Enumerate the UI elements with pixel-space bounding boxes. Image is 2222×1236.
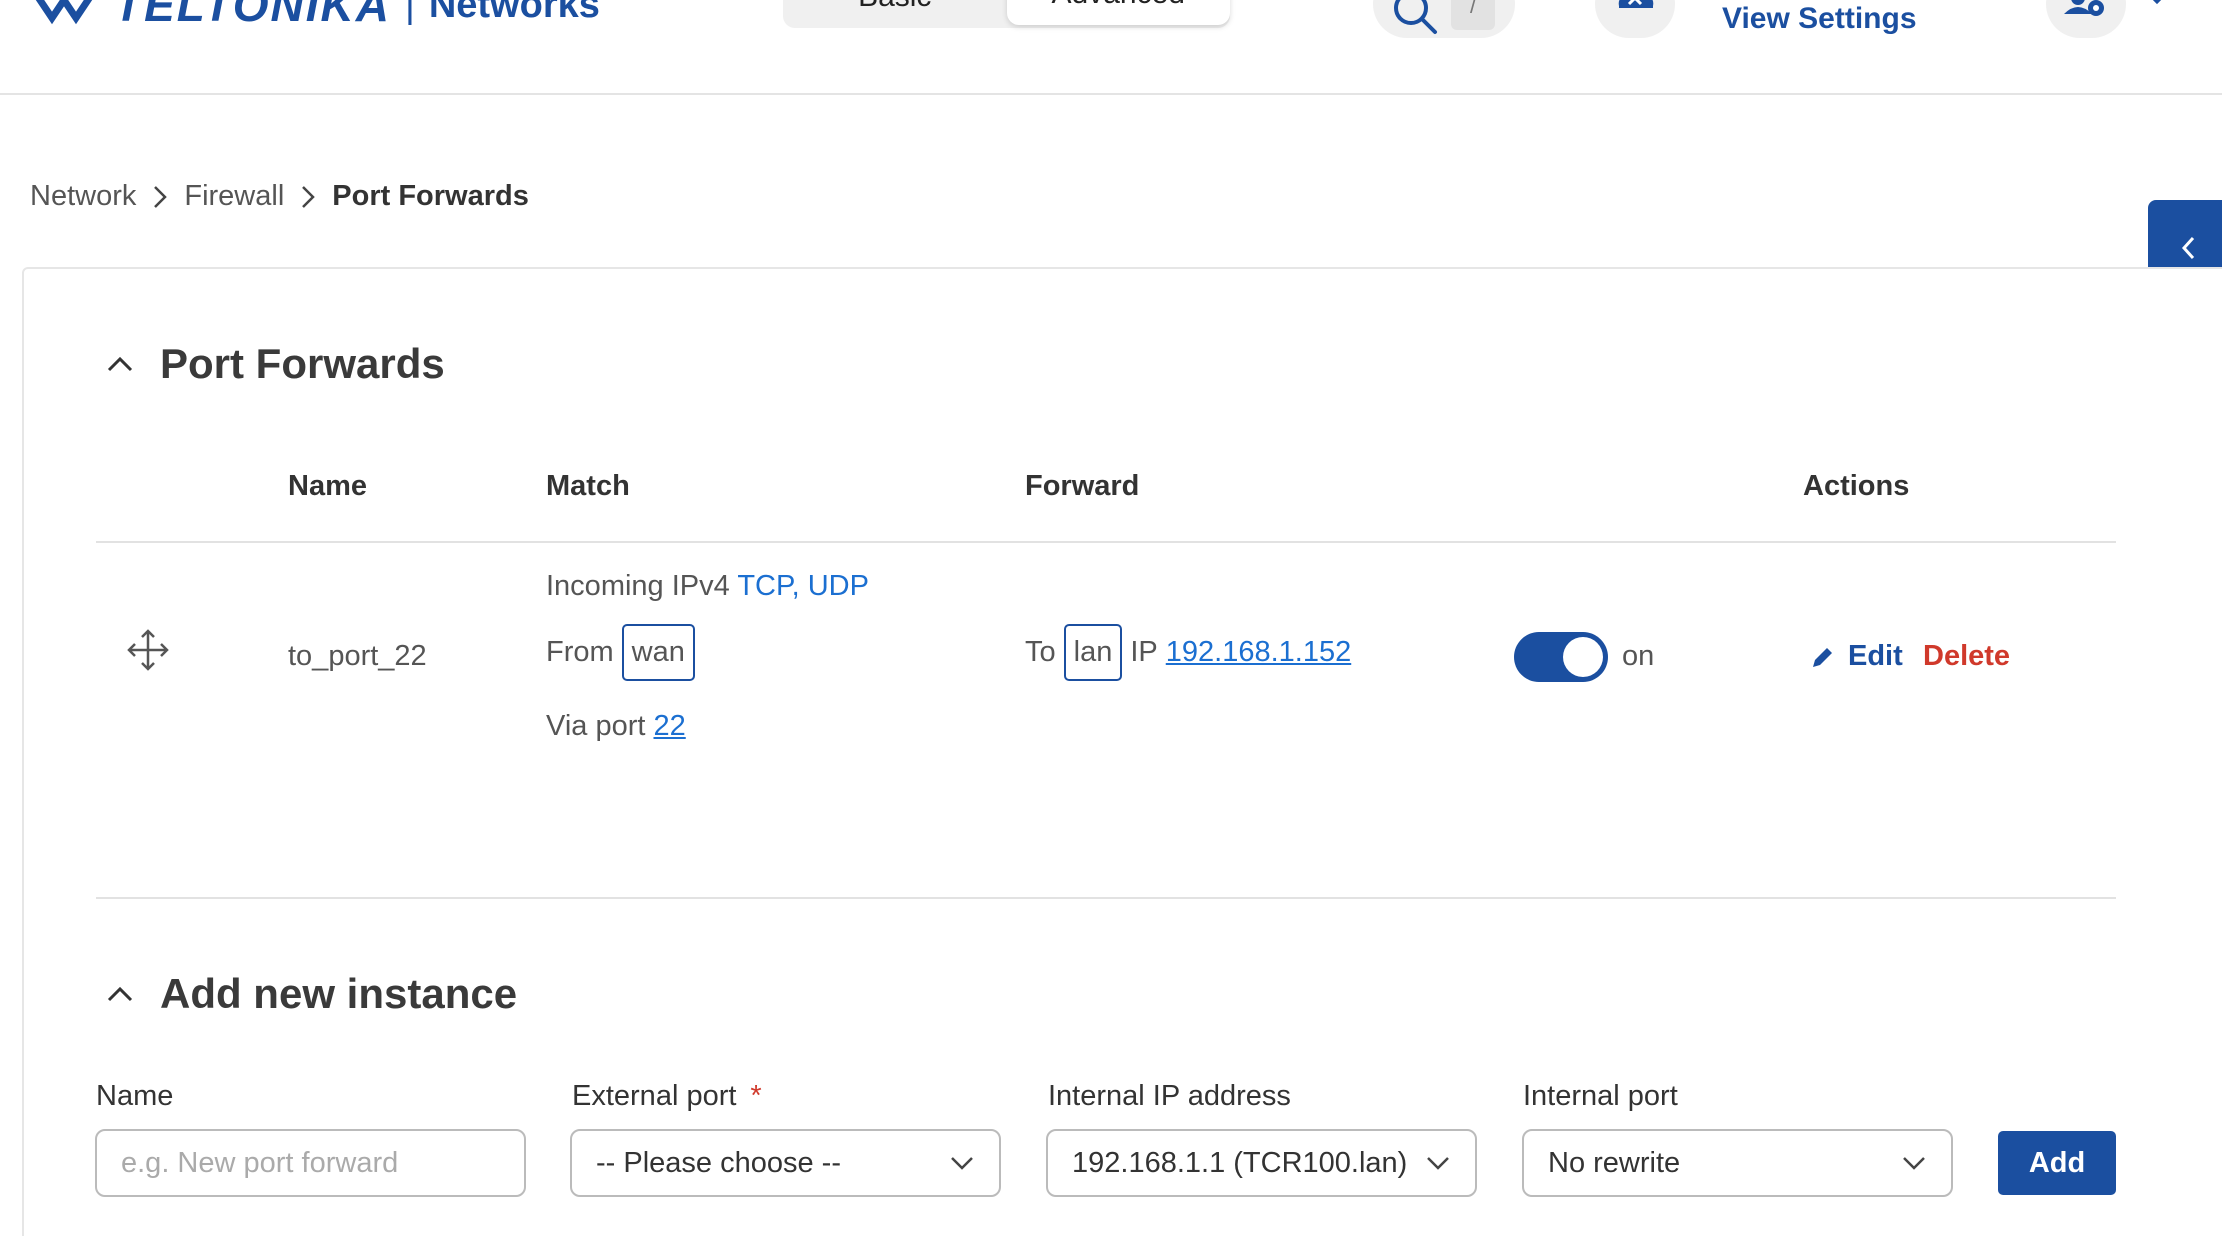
delete-button[interactable]: Delete <box>1923 640 2010 673</box>
column-header-name: Name <box>288 470 367 502</box>
column-header-match: Match <box>546 470 630 502</box>
table-header-divider <box>96 541 2116 543</box>
match-from-label: From <box>546 636 614 668</box>
add-instance-section-header[interactable]: Add new instance <box>106 970 517 1018</box>
add-instance-title: Add new instance <box>160 970 518 1017</box>
chevron-right-icon <box>300 184 316 210</box>
drag-handle-icon[interactable] <box>126 628 170 672</box>
port-forwards-section-header[interactable]: Port Forwards <box>106 340 445 388</box>
search-icon <box>1394 0 1437 34</box>
section-divider <box>96 897 2116 899</box>
chevron-up-icon <box>106 985 134 1003</box>
required-marker: * <box>750 1080 762 1112</box>
breadcrumb-network[interactable]: Network <box>30 180 136 213</box>
match-via: Via port 22 <box>546 710 686 743</box>
cloud-upload-button[interactable] <box>1595 0 1675 38</box>
search-shortcut: / <box>1451 0 1495 30</box>
edit-label: Edit <box>1848 640 1903 672</box>
chevron-right-icon <box>152 184 168 210</box>
port-forwards-title: Port Forwards <box>160 340 445 387</box>
user-gear-icon <box>2064 0 2104 16</box>
internal-port-label: Internal port <box>1523 1080 1678 1112</box>
match-protocol-separator: , <box>791 570 800 602</box>
breadcrumb-port-forwards: Port Forwards <box>332 180 529 212</box>
forward-zone-chip: lan <box>1063 624 1123 681</box>
forward-ip-label: IP <box>1130 636 1158 668</box>
mode-basic-button[interactable]: Basic <box>783 0 1007 28</box>
teltonika-logo-icon <box>35 0 93 25</box>
external-port-label-text: External port <box>572 1080 737 1112</box>
edit-button[interactable]: Edit <box>1810 640 1903 673</box>
forward-to-label: To <box>1025 636 1056 668</box>
row-name: to_port_22 <box>288 640 427 672</box>
brand-sub: Networks <box>428 0 600 26</box>
column-header-actions: Actions <box>1803 470 1910 502</box>
external-port-label: External port * <box>572 1080 762 1113</box>
external-port-value: -- Please choose -- <box>596 1146 841 1179</box>
internal-ip-label: Internal IP address <box>1048 1080 1291 1112</box>
teltonika-logo[interactable]: TELTONIKA | Networks <box>30 0 600 32</box>
search-button[interactable]: / <box>1373 0 1515 38</box>
enable-toggle[interactable] <box>1514 632 1608 682</box>
chevron-down-icon <box>949 1155 975 1171</box>
match-protocol-tcp: TCP <box>737 570 792 602</box>
match-via-port: 22 <box>653 710 686 742</box>
add-button[interactable]: Add <box>1998 1131 2116 1195</box>
forward-ip-value: 192.168.1.152 <box>1165 636 1352 668</box>
name-input-placeholder: e.g. New port forward <box>121 1146 399 1179</box>
breadcrumb: Network Firewall Port Forwards <box>30 180 529 213</box>
match-incoming: Incoming IPv4 TCP, UDP <box>546 570 869 603</box>
mode-toggle: Basic Advanced <box>783 0 1230 28</box>
mode-advanced-button[interactable]: Advanced <box>1006 0 1230 25</box>
brand-separator: | <box>404 0 415 26</box>
brand-name: TELTONIKA <box>114 0 391 31</box>
match-from: From wan <box>546 624 695 681</box>
chevron-down-icon <box>1425 1155 1451 1171</box>
breadcrumb-firewall[interactable]: Firewall <box>184 180 284 213</box>
name-input[interactable]: e.g. New port forward <box>95 1129 526 1197</box>
toggle-knob <box>1563 637 1603 677</box>
chevron-down-icon[interactable] <box>2145 0 2169 8</box>
match-incoming-label: Incoming IPv4 <box>546 570 730 602</box>
top-header: TELTONIKA | Networks Basic Advanced / Vi… <box>0 0 2222 95</box>
external-port-select[interactable]: -- Please choose -- <box>570 1129 1001 1197</box>
internal-port-select[interactable]: No rewrite <box>1522 1129 1953 1197</box>
chevron-down-icon <box>1901 1155 1927 1171</box>
match-protocol-udp: UDP <box>807 570 869 602</box>
chevron-left-icon <box>2181 236 2195 260</box>
internal-port-value: No rewrite <box>1548 1146 1681 1179</box>
toggle-status-label: on <box>1622 640 1655 672</box>
internal-ip-value: 192.168.1.1 (TCR100.lan) <box>1072 1146 1408 1179</box>
view-settings-link[interactable]: View Settings <box>1722 2 1917 36</box>
column-header-forward: Forward <box>1025 470 1140 502</box>
forward-target: To lan IP 192.168.1.152 <box>1025 624 1351 681</box>
match-from-zone-chip: wan <box>621 624 695 681</box>
chevron-up-icon <box>106 355 134 373</box>
cloud-upload-icon <box>1618 0 1654 8</box>
internal-ip-select[interactable]: 192.168.1.1 (TCR100.lan) <box>1046 1129 1477 1197</box>
pencil-icon <box>1813 647 1832 667</box>
name-field-label: Name <box>96 1080 174 1112</box>
user-settings-button[interactable] <box>2046 0 2126 38</box>
match-via-label: Via port <box>546 710 646 742</box>
